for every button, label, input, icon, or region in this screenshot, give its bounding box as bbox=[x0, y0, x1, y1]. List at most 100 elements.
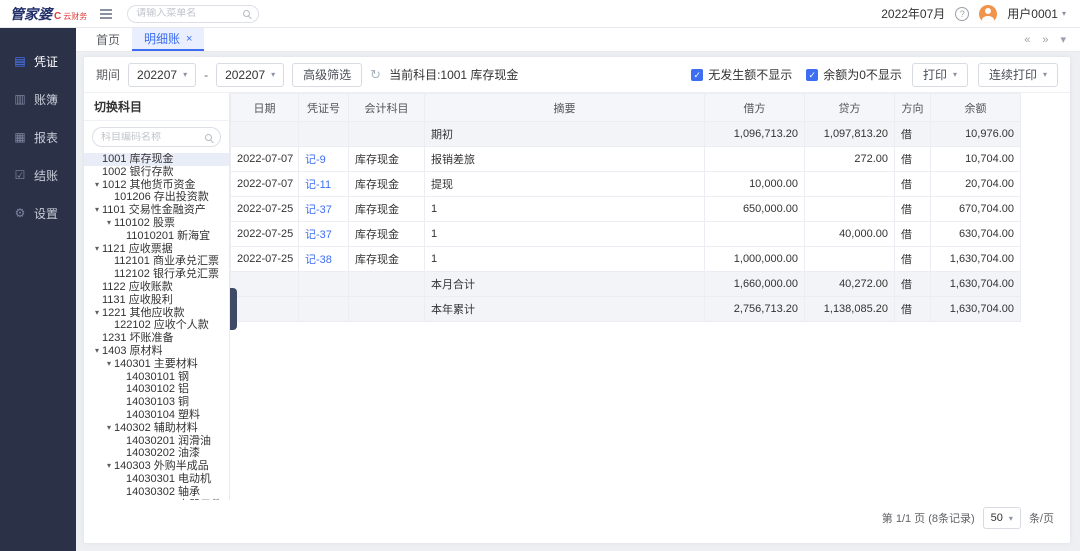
ledger-area: 日期凭证号会计科目摘要借方贷方方向余额期初1,096,713.201,097,8… bbox=[230, 93, 1070, 500]
tree-item[interactable]: ▾1403 原材料 bbox=[84, 345, 229, 358]
sidebar-item-voucher[interactable]: ▤凭证 bbox=[0, 42, 76, 80]
tree-item[interactable]: 1122 应收账款 bbox=[84, 281, 229, 294]
expand-icon[interactable]: ▾ bbox=[104, 217, 114, 230]
chevron-down-icon: ▾ bbox=[1043, 70, 1047, 79]
table-row[interactable]: 本月合计1,660,000.0040,272.00借1,630,704.00 bbox=[231, 272, 1021, 297]
tree-item[interactable]: ▾1221 其他应收款 bbox=[84, 307, 229, 320]
tree-item[interactable]: 1001 库存现金 bbox=[84, 153, 229, 166]
menu-search-input[interactable] bbox=[136, 8, 243, 19]
tree-item[interactable]: ▾140301 主要材料 bbox=[84, 358, 229, 371]
search-icon[interactable] bbox=[205, 134, 212, 141]
tree-item[interactable]: 14030104 塑料 bbox=[84, 409, 229, 422]
tree-item[interactable]: ▾1121 应收票据 bbox=[84, 243, 229, 256]
sidebar-item-closing[interactable]: ☑结账 bbox=[0, 156, 76, 194]
tree-item[interactable]: ▾1012 其他货币资金 bbox=[84, 179, 229, 192]
period-from-select[interactable]: 202207 ▾ bbox=[128, 63, 196, 87]
print-button[interactable]: 打印 ▾ bbox=[912, 63, 968, 87]
tree-item[interactable]: 14030101 钢 bbox=[84, 371, 229, 384]
tree-item[interactable]: 101206 存出投资款 bbox=[84, 191, 229, 204]
help-icon[interactable]: ? bbox=[955, 7, 969, 21]
tab-scroll-left-icon[interactable]: « bbox=[1024, 34, 1030, 46]
tree-item[interactable]: ▾110102 股票 bbox=[84, 217, 229, 230]
tree-item[interactable]: 122102 应收个人款 bbox=[84, 319, 229, 332]
table-row[interactable]: 2022-07-07记-9库存现金报销差旅272.00借10,704.00 bbox=[231, 147, 1021, 172]
avatar[interactable] bbox=[979, 5, 997, 23]
page-size-select[interactable]: 50 ▾ bbox=[983, 507, 1021, 529]
tree-item-label: 14030201 润滑油 bbox=[126, 435, 211, 448]
logo-mark: C bbox=[54, 11, 61, 22]
voucher-link[interactable]: 记-37 bbox=[299, 197, 349, 222]
expand-icon[interactable]: ▾ bbox=[104, 358, 114, 371]
column-header-voucher: 凭证号 bbox=[299, 94, 349, 122]
refresh-icon[interactable]: ↻ bbox=[370, 67, 381, 83]
tree-item[interactable]: 112102 银行承兑汇票 bbox=[84, 268, 229, 281]
tree-item[interactable]: ▾140302 辅助材料 bbox=[84, 422, 229, 435]
period-to-select[interactable]: 202207 ▾ bbox=[216, 63, 284, 87]
sidebar-item-label: 报表 bbox=[34, 129, 58, 146]
search-icon[interactable] bbox=[243, 10, 250, 17]
tree-item[interactable]: 14030303 电器元件 bbox=[84, 499, 229, 500]
tree-item-label: 1403 原材料 bbox=[102, 345, 163, 358]
expand-icon[interactable]: ▾ bbox=[92, 204, 102, 217]
voucher-link[interactable]: 记-37 bbox=[299, 222, 349, 247]
panel-collapse-handle[interactable] bbox=[230, 288, 237, 330]
chevron-down-icon: ▾ bbox=[953, 70, 957, 79]
menu-toggle-icon[interactable] bbox=[97, 5, 115, 23]
tab-scroll-right-icon[interactable]: » bbox=[1042, 34, 1048, 46]
voucher-link[interactable]: 记-11 bbox=[299, 172, 349, 197]
cell-account: 库存现金 bbox=[349, 222, 425, 247]
tree-item[interactable]: 1002 银行存款 bbox=[84, 166, 229, 179]
table-row[interactable]: 2022-07-07记-11库存现金提现10,000.00借20,704.00 bbox=[231, 172, 1021, 197]
tree-item[interactable]: 14030301 电动机 bbox=[84, 473, 229, 486]
cell-credit bbox=[805, 247, 895, 272]
tree-item[interactable]: 14030202 油漆 bbox=[84, 447, 229, 460]
sidebar-item-report[interactable]: ▦报表 bbox=[0, 118, 76, 156]
tree-item[interactable]: 14030201 润滑油 bbox=[84, 435, 229, 448]
tab-close-icon[interactable]: × bbox=[186, 33, 192, 45]
filter-checkbox-1[interactable]: ✓无发生额不显示 bbox=[691, 66, 792, 83]
expand-icon[interactable]: ▾ bbox=[92, 243, 102, 256]
filter-group: ✓无发生额不显示 ✓余额为0不显示 bbox=[691, 66, 902, 83]
tree-item[interactable]: 14030302 轴承 bbox=[84, 486, 229, 499]
tab-detail-ledger[interactable]: 明细账× bbox=[132, 28, 204, 51]
cell-date: 2022-07-25 bbox=[231, 222, 299, 247]
expand-icon[interactable]: ▾ bbox=[104, 460, 114, 473]
tree-item[interactable]: 14030102 铝 bbox=[84, 383, 229, 396]
column-header-balance: 余额 bbox=[931, 94, 1021, 122]
tree-item[interactable]: 112101 商业承兑汇票 bbox=[84, 255, 229, 268]
cell-account bbox=[349, 297, 425, 322]
tree-item-label: 1122 应收账款 bbox=[102, 281, 173, 294]
tab-menu-icon[interactable]: ▾ bbox=[1060, 33, 1066, 46]
cell-dir: 借 bbox=[895, 272, 931, 297]
cell-credit: 1,097,813.20 bbox=[805, 122, 895, 147]
cell-summary: 报销差旅 bbox=[425, 147, 705, 172]
tree-item[interactable]: ▾140303 外购半成品 bbox=[84, 460, 229, 473]
period-separator: - bbox=[204, 68, 208, 82]
tree-item[interactable]: 11010201 新海宜 bbox=[84, 230, 229, 243]
tree-search-input[interactable] bbox=[101, 132, 205, 143]
expand-icon[interactable]: ▾ bbox=[92, 345, 102, 358]
table-row[interactable]: 期初1,096,713.201,097,813.20借10,976.00 bbox=[231, 122, 1021, 147]
voucher-link[interactable]: 记-38 bbox=[299, 247, 349, 272]
tree-item[interactable]: 14030103 铜 bbox=[84, 396, 229, 409]
tab-home[interactable]: 首页 bbox=[84, 28, 132, 51]
tree-item[interactable]: ▾1101 交易性金融资产 bbox=[84, 204, 229, 217]
sidebar-item-settings[interactable]: ⚙设置 bbox=[0, 194, 76, 232]
filter-checkbox-2[interactable]: ✓余额为0不显示 bbox=[806, 66, 902, 83]
advanced-filter-button[interactable]: 高级筛选 bbox=[292, 63, 362, 87]
expand-icon[interactable]: ▾ bbox=[92, 307, 102, 320]
app-logo: 管家婆 C 云财务 bbox=[10, 4, 87, 24]
expand-icon[interactable]: ▾ bbox=[92, 179, 102, 192]
table-row[interactable]: 2022-07-25记-37库存现金140,000.00借630,704.00 bbox=[231, 222, 1021, 247]
table-row[interactable]: 2022-07-25记-38库存现金11,000,000.00借1,630,70… bbox=[231, 247, 1021, 272]
continuous-print-button[interactable]: 连续打印 ▾ bbox=[978, 63, 1058, 87]
tree-item[interactable]: 1231 坏账准备 bbox=[84, 332, 229, 345]
tree-item-label: 11010201 新海宜 bbox=[126, 230, 210, 243]
voucher-link[interactable]: 记-9 bbox=[299, 147, 349, 172]
table-row[interactable]: 2022-07-25记-37库存现金1650,000.00借670,704.00 bbox=[231, 197, 1021, 222]
expand-icon[interactable]: ▾ bbox=[104, 422, 114, 435]
sidebar-item-ledger[interactable]: ▥账簿 bbox=[0, 80, 76, 118]
user-menu[interactable]: 用户0001 ▾ bbox=[1007, 5, 1066, 22]
tree-item[interactable]: 1131 应收股利 bbox=[84, 294, 229, 307]
table-row[interactable]: 本年累计2,756,713.201,138,085.20借1,630,704.0… bbox=[231, 297, 1021, 322]
